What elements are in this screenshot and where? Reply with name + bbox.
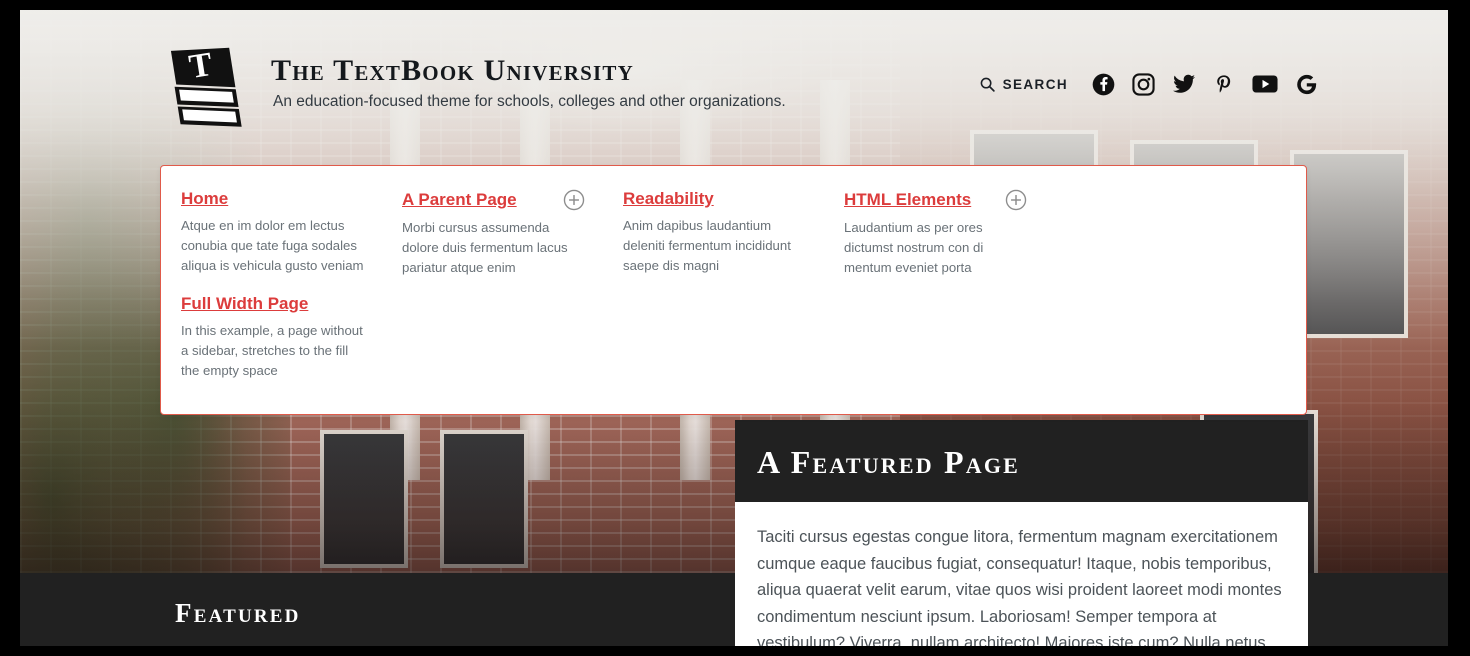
search-label: SEARCH bbox=[1002, 76, 1068, 92]
menu-link-readability[interactable]: Readability bbox=[623, 189, 714, 209]
stacked-books-icon: T bbox=[170, 46, 242, 127]
menu-description: In this example, a page without a sideba… bbox=[181, 323, 363, 379]
social-link-pinterest[interactable] bbox=[1213, 73, 1235, 96]
menu-description: Morbi cursus assumenda dolore duis ferme… bbox=[402, 220, 568, 275]
menu-item-a-parent-page: A Parent Page Morbi cursus assumenda dol… bbox=[402, 189, 623, 278]
menu-link-full-width-page[interactable]: Full Width Page bbox=[181, 294, 308, 314]
social-link-facebook[interactable] bbox=[1092, 73, 1115, 96]
menu-description: Laudantium as per ores dictumst nostrum … bbox=[844, 220, 984, 275]
menu-link-a-parent-page[interactable]: A Parent Page bbox=[402, 190, 517, 210]
header-actions: SEARCH bbox=[979, 72, 1318, 96]
brand-text: The TextBook University An education-foc… bbox=[271, 54, 786, 111]
twitter-icon bbox=[1173, 74, 1195, 93]
pinterest-icon bbox=[1217, 74, 1231, 93]
featured-page-panel: A Featured Page Taciti cursus egestas co… bbox=[735, 420, 1308, 646]
google-icon bbox=[1297, 74, 1317, 94]
menu-item-html-elements: HTML Elements Laudantium as per ores dic… bbox=[844, 189, 1065, 278]
featured-page-panel-header: A Featured Page bbox=[735, 420, 1308, 502]
site-title: The TextBook University bbox=[271, 54, 634, 87]
menu-item-home: Home Atque en im dolor em lectus conubia… bbox=[181, 189, 402, 278]
social-link-instagram[interactable] bbox=[1132, 72, 1155, 96]
page-viewport: T The TextBook University An education-f… bbox=[20, 10, 1448, 646]
search-toggle-button[interactable]: SEARCH bbox=[979, 76, 1068, 93]
menu-link-home[interactable]: Home bbox=[181, 189, 228, 209]
social-link-google[interactable] bbox=[1295, 73, 1318, 96]
menu-item-full-width-page: Full Width Page In this example, a page … bbox=[181, 294, 402, 381]
social-link-twitter[interactable] bbox=[1172, 72, 1196, 96]
featured-page-panel-body: Taciti cursus egestas congue litora, fer… bbox=[735, 502, 1308, 646]
menu-item-header: Home bbox=[181, 189, 382, 209]
menu-item-header: A Parent Page bbox=[402, 189, 603, 211]
brand-block[interactable]: T The TextBook University An education-f… bbox=[155, 32, 786, 142]
site-header: T The TextBook University An education-f… bbox=[20, 10, 1448, 165]
menu-grid: Home Atque en im dolor em lectus conubia… bbox=[161, 166, 1306, 381]
page-frame: T The TextBook University An education-f… bbox=[0, 0, 1470, 656]
expanded-menu-card: Home Atque en im dolor em lectus conubia… bbox=[160, 165, 1307, 415]
youtube-icon bbox=[1252, 75, 1278, 93]
menu-link-html-elements[interactable]: HTML Elements bbox=[844, 190, 971, 210]
search-icon bbox=[980, 77, 995, 92]
plus-circle-icon[interactable] bbox=[563, 189, 585, 211]
menu-description: Atque en im dolor em lectus conubia que … bbox=[181, 218, 364, 274]
menu-item-spacer bbox=[1065, 189, 1286, 278]
menu-description: Anim dapibus laudantium deleniti ferment… bbox=[623, 218, 791, 274]
menu-item-header: Full Width Page bbox=[181, 294, 382, 314]
featured-section-title: Featured bbox=[175, 598, 301, 628]
menu-item-header: HTML Elements bbox=[844, 189, 1045, 211]
featured-page-text: Taciti cursus egestas congue litora, fer… bbox=[757, 528, 1282, 646]
menu-item-readability: Readability Anim dapibus laudantium dele… bbox=[623, 189, 844, 278]
facebook-icon bbox=[1092, 73, 1115, 95]
site-tagline: An education-focused theme for schools, … bbox=[273, 93, 786, 110]
social-links bbox=[1092, 72, 1318, 96]
menu-item-header: Readability bbox=[623, 189, 824, 209]
social-link-youtube[interactable] bbox=[1252, 74, 1278, 94]
plus-circle-icon[interactable] bbox=[1005, 189, 1027, 211]
instagram-icon bbox=[1132, 72, 1155, 96]
featured-page-title: A Featured Page bbox=[757, 444, 1021, 480]
